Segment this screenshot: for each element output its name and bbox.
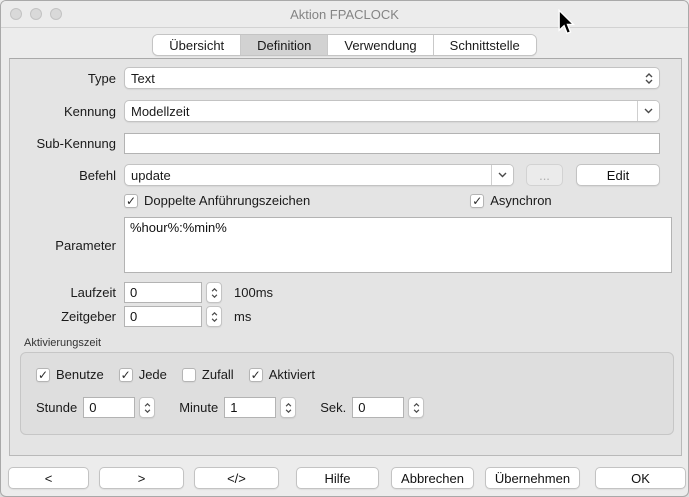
- minute-label: Minute: [179, 400, 218, 415]
- befehl-edit-button[interactable]: Edit: [576, 164, 660, 186]
- befehl-dropdown-button[interactable]: [491, 165, 513, 185]
- doppelte-anfuehrungszeichen-label: Doppelte Anführungszeichen: [144, 193, 310, 208]
- laufzeit-stepper[interactable]: [206, 282, 222, 303]
- minute-stepper[interactable]: [280, 397, 296, 418]
- traffic-lights: [10, 8, 62, 20]
- checkmark-icon: ✓: [36, 368, 50, 382]
- asynchron-checkbox[interactable]: ✓ Asynchron: [470, 193, 551, 208]
- abbrechen-button[interactable]: Abbrechen: [391, 467, 474, 489]
- tab-segmented-control: Übersicht Definition Verwendung Schnitts…: [152, 34, 537, 56]
- window-title: Aktion FPACLOCK: [1, 7, 688, 22]
- dialog-window: Aktion FPACLOCK Übersicht Definition Ver…: [0, 0, 689, 497]
- code-button[interactable]: </>: [194, 467, 279, 489]
- sub-kennung-label: Sub-Kennung: [10, 136, 116, 151]
- popup-arrows-icon: [645, 73, 653, 84]
- type-value: Text: [131, 71, 645, 86]
- checkmark-icon: ✓: [470, 194, 484, 208]
- laufzeit-unit: 100ms: [234, 285, 273, 300]
- benutze-checkbox[interactable]: ✓ Benutze: [36, 367, 104, 382]
- aktiviert-label: Aktiviert: [269, 367, 315, 382]
- befehl-label: Befehl: [10, 168, 116, 183]
- befehl-value: update: [125, 165, 491, 185]
- zeitgeber-input[interactable]: [124, 306, 202, 327]
- tab-verwendung[interactable]: Verwendung: [328, 35, 433, 55]
- checkmark-icon: ✓: [124, 194, 138, 208]
- tab-uebersicht[interactable]: Übersicht: [153, 35, 241, 55]
- doppelte-anfuehrungszeichen-checkbox[interactable]: ✓ Doppelte Anführungszeichen: [124, 193, 310, 208]
- footer-button-bar: < > </> Hilfe Abbrechen Übernehmen OK: [1, 467, 688, 489]
- laufzeit-label: Laufzeit: [10, 285, 116, 300]
- sub-kennung-input[interactable]: [124, 133, 660, 154]
- uebernehmen-button[interactable]: Übernehmen: [485, 467, 580, 489]
- title-bar: Aktion FPACLOCK: [1, 1, 688, 28]
- chevron-down-icon: [644, 108, 653, 114]
- type-label: Type: [10, 71, 116, 86]
- zeitgeber-stepper[interactable]: [206, 306, 222, 327]
- next-button[interactable]: >: [99, 467, 184, 489]
- stunde-stepper[interactable]: [139, 397, 155, 418]
- chevron-down-icon: [498, 172, 507, 178]
- kennung-label: Kennung: [10, 104, 116, 119]
- jede-label: Jede: [139, 367, 167, 382]
- sek-input[interactable]: [352, 397, 404, 418]
- parameter-label: Parameter: [10, 238, 116, 253]
- stunde-label: Stunde: [36, 400, 77, 415]
- minute-input[interactable]: [224, 397, 276, 418]
- aktivierungszeit-title: Aktivierungszeit: [24, 337, 674, 349]
- stunde-input[interactable]: [83, 397, 135, 418]
- type-popup[interactable]: Text: [124, 67, 660, 89]
- hilfe-button[interactable]: Hilfe: [296, 467, 379, 489]
- zufall-checkbox[interactable]: Zufall: [182, 367, 234, 382]
- close-window-icon[interactable]: [10, 8, 22, 20]
- aktivierungszeit-box: ✓ Benutze ✓ Jede Zufall ✓ Aktiviert: [20, 352, 674, 435]
- prev-button[interactable]: <: [8, 467, 89, 489]
- kennung-dropdown-button[interactable]: [637, 101, 659, 121]
- checkmark-icon: [182, 368, 196, 382]
- parameter-textarea[interactable]: %hour%:%min%: [124, 217, 672, 273]
- zoom-window-icon[interactable]: [50, 8, 62, 20]
- kennung-combobox[interactable]: Modellzeit: [124, 100, 660, 122]
- sek-label: Sek.: [320, 400, 346, 415]
- zeitgeber-label: Zeitgeber: [10, 309, 116, 324]
- zeitgeber-unit: ms: [234, 309, 251, 324]
- definition-panel: Type Text Kennung Modellzeit Sub-Kennung: [9, 58, 682, 456]
- checkmark-icon: ✓: [119, 368, 133, 382]
- sek-stepper[interactable]: [408, 397, 424, 418]
- asynchron-label: Asynchron: [490, 193, 551, 208]
- tab-definition[interactable]: Definition: [241, 35, 328, 55]
- befehl-more-button[interactable]: ...: [526, 164, 563, 186]
- tab-bar: Übersicht Definition Verwendung Schnitts…: [1, 34, 688, 56]
- minimize-window-icon[interactable]: [30, 8, 42, 20]
- tab-schnittstelle[interactable]: Schnittstelle: [434, 35, 536, 55]
- kennung-value: Modellzeit: [125, 101, 637, 121]
- checkmark-icon: ✓: [249, 368, 263, 382]
- aktiviert-checkbox[interactable]: ✓ Aktiviert: [249, 367, 315, 382]
- aktivierungszeit-group: Aktivierungszeit ✓ Benutze ✓ Jede Zufall: [20, 337, 674, 435]
- jede-checkbox[interactable]: ✓ Jede: [119, 367, 167, 382]
- benutze-label: Benutze: [56, 367, 104, 382]
- befehl-combobox[interactable]: update: [124, 164, 514, 186]
- zufall-label: Zufall: [202, 367, 234, 382]
- ok-button[interactable]: OK: [595, 467, 686, 489]
- laufzeit-input[interactable]: [124, 282, 202, 303]
